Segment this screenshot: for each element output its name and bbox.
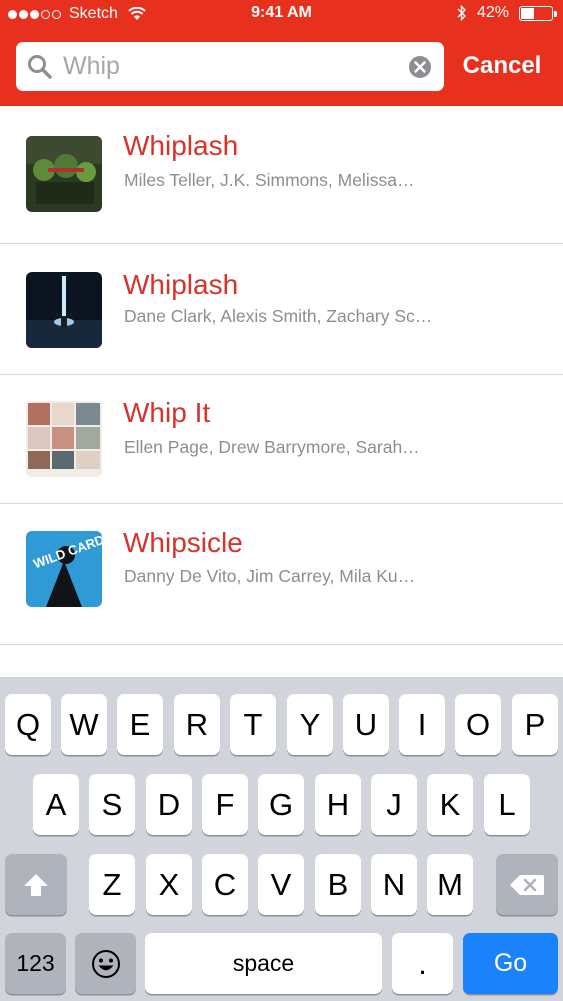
result-cast: Danny De Vito, Jim Carrey, Mila Ku…: [124, 566, 416, 586]
status-right: 42%: [457, 4, 557, 22]
poster-image: [26, 136, 102, 212]
key-h[interactable]: H: [315, 774, 361, 835]
list-item[interactable]: Whiplash Miles Teller, J.K. Simmons, Mel…: [0, 106, 563, 244]
delete-key[interactable]: [496, 854, 558, 915]
battery-icon: [519, 5, 557, 21]
battery-percent: 42%: [476, 4, 509, 21]
result-title: Whip It: [123, 397, 211, 428]
status-bar: Sketch 9:41 AM 42%: [0, 0, 563, 28]
results-list: Whiplash Miles Teller, J.K. Simmons, Mel…: [0, 106, 563, 645]
result-cast: Ellen Page, Drew Barrymore, Sarah…: [124, 437, 420, 457]
key-r[interactable]: R: [174, 694, 220, 755]
result-cast: Dane Clark, Alexis Smith, Zachary Sc…: [124, 306, 433, 326]
key-d[interactable]: D: [146, 774, 192, 835]
key-n[interactable]: N: [371, 854, 417, 915]
key-c[interactable]: C: [202, 854, 248, 915]
list-item[interactable]: Whip It Ellen Page, Drew Barrymore, Sara…: [0, 375, 563, 504]
key-m[interactable]: M: [427, 854, 473, 915]
key-p[interactable]: P: [512, 694, 558, 755]
search-header: Sketch 9:41 AM 42% Whip Cancel: [0, 0, 563, 106]
key-t[interactable]: T: [230, 694, 276, 755]
poster-image: [26, 272, 102, 348]
key-y[interactable]: Y: [287, 694, 333, 755]
key-x[interactable]: X: [146, 854, 192, 915]
key-g[interactable]: G: [258, 774, 304, 835]
result-title: Whiplash: [123, 269, 239, 300]
key-k[interactable]: K: [427, 774, 473, 835]
key-e[interactable]: E: [117, 694, 163, 755]
numbers-key[interactable]: 123: [5, 933, 66, 994]
result-title: Whipsicle: [123, 527, 243, 558]
period-key[interactable]: .: [392, 933, 453, 994]
bluetooth-icon: [457, 5, 466, 21]
cancel-button[interactable]: Cancel: [452, 52, 552, 82]
key-o[interactable]: O: [455, 694, 501, 755]
key-b[interactable]: B: [315, 854, 361, 915]
key-q[interactable]: Q: [5, 694, 51, 755]
clear-icon[interactable]: [408, 55, 432, 79]
poster-image: [26, 401, 102, 477]
key-w[interactable]: W: [61, 694, 107, 755]
result-cast: Miles Teller, J.K. Simmons, Melissa…: [124, 170, 415, 190]
result-title: Whiplash: [123, 130, 239, 161]
shift-key[interactable]: [5, 854, 67, 915]
emoji-icon: [91, 949, 120, 978]
list-item[interactable]: Whiplash Dane Clark, Alexis Smith, Zacha…: [0, 244, 563, 375]
key-v[interactable]: V: [258, 854, 304, 915]
key-z[interactable]: Z: [89, 854, 135, 915]
list-item[interactable]: WILD CARD Whipsicle Danny De Vito, Jim C…: [0, 504, 563, 645]
poster-image: WILD CARD: [26, 531, 102, 607]
go-key[interactable]: Go: [463, 933, 558, 994]
keyboard: Q W E R T Y U I O P A S D F G H J K L Z …: [0, 677, 563, 1001]
backspace-icon: [510, 874, 544, 895]
key-s[interactable]: S: [89, 774, 135, 835]
search-icon: [28, 55, 52, 79]
space-key[interactable]: space: [145, 933, 382, 994]
search-input[interactable]: [63, 50, 403, 83]
search-field[interactable]: [16, 42, 444, 91]
key-i[interactable]: I: [399, 694, 445, 755]
key-u[interactable]: U: [343, 694, 389, 755]
key-j[interactable]: J: [371, 774, 417, 835]
key-a[interactable]: A: [33, 774, 79, 835]
key-f[interactable]: F: [202, 774, 248, 835]
key-l[interactable]: L: [484, 774, 530, 835]
shift-icon: [24, 873, 48, 896]
emoji-key[interactable]: [75, 933, 136, 994]
